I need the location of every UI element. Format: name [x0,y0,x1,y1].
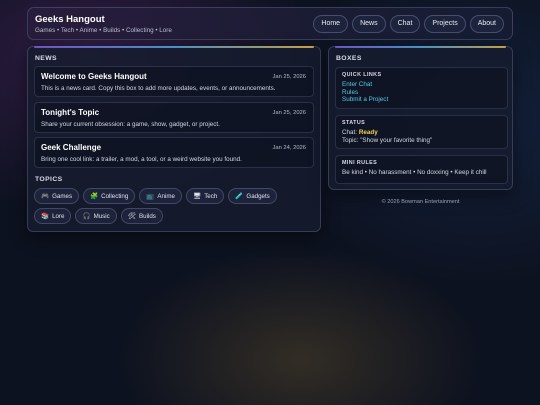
site-title: Geeks Hangout [35,13,105,25]
brand: Geeks Hangout Games • Tech • Anime • Bui… [35,14,172,34]
mini-rules-text: Be kind • No harassment • No doxxing • K… [342,169,487,176]
game-controller-icon: 🎮 [41,193,50,200]
rules-link[interactable]: Rules [342,89,501,97]
boxes-panel: BOXES QUICK LINKS Enter Chat Rules Submi… [328,46,513,190]
quick-links-title: QUICK LINKS [342,72,382,78]
status-box: STATUS Chat: Ready Topic: "Show your fav… [335,115,508,149]
news-card-title: Geek Challenge [41,143,102,152]
panel-accent-line [335,46,506,48]
tools-icon: 🛠 [127,213,137,220]
chip-label: Lore [52,212,65,220]
headphones-icon: 🎧 [82,213,91,220]
topic-chip-anime[interactable]: 📺 Anime [139,188,182,204]
panel-accent-line [34,46,314,48]
chip-label: Games [52,192,73,200]
news-card-body: Share your current obsession: a game, sh… [41,121,220,128]
quick-links-box: QUICK LINKS Enter Chat Rules Submit a Pr… [335,67,508,109]
chip-label: Music [93,212,110,220]
chip-label: Tech [204,192,218,200]
chat-status-value: Ready [358,129,378,136]
news-card: Tonight's Topic Jan 25, 2026 Share your … [34,102,314,133]
news-card-date: Jan 25, 2026 [272,110,306,116]
nav-projects-button[interactable]: Projects [424,14,466,33]
status-title: STATUS [342,120,366,126]
site-header: Geeks Hangout Games • Tech • Anime • Bui… [27,7,513,40]
enter-chat-link[interactable]: Enter Chat [342,81,501,89]
chat-status-label: Chat: [342,129,358,136]
news-card-date: Jan 25, 2026 [272,74,306,80]
news-card-body: Bring one cool link: a trailer, a mod, a… [41,156,242,163]
topic-chip-gadgets[interactable]: 🧪 Gadgets [228,188,277,204]
news-card-title: Welcome to Geeks Hangout [41,72,147,81]
topic-chip-builds[interactable]: 🛠 Builds [120,208,163,224]
news-card: Geek Challenge Jan 24, 2026 Bring one co… [34,137,314,168]
topic-chip-lore[interactable]: 📚 Lore [34,208,72,224]
news-card-title: Tonight's Topic [41,108,100,117]
nav-about-button[interactable]: About [469,14,504,33]
chip-label: Collecting [101,192,129,200]
tv-icon: 📺 [146,193,155,200]
desktop-computer-icon: 🖥 [192,193,202,200]
topic-chip-tech[interactable]: 🖥 Tech [185,188,225,204]
news-card-date: Jan 24, 2026 [272,145,306,151]
nav-home-button[interactable]: Home [313,14,349,33]
books-icon: 📚 [41,213,50,220]
puzzle-piece-icon: 🧩 [90,193,99,200]
topic-chip-games[interactable]: 🎮 Games [34,188,80,204]
site-tagline: Games • Tech • Anime • Builds • Collecti… [35,26,172,34]
submit-project-link[interactable]: Submit a Project [342,96,501,104]
chat-status-line: Chat: Ready [342,129,501,137]
main-nav: Home News Chat Projects About [313,14,504,33]
mini-rules-box: MINI RULES Be kind • No harassment • No … [335,155,508,184]
boxes-heading: BOXES [336,55,362,62]
chip-label: Gadgets [246,192,270,200]
footer-copyright: © 2026 Bowman Entertainment [381,199,460,205]
topic-chip-music[interactable]: 🎧 Music [75,208,117,224]
chip-label: Anime [157,192,175,200]
topic-chips: 🎮 Games 🧩 Collecting 📺 Anime 🖥 Tech 🧪 Gadgets… [34,188,314,224]
topics-heading: TOPICS [35,176,63,183]
chip-label: Builds [139,212,156,220]
test-tube-icon: 🧪 [235,193,244,200]
news-heading: NEWS [35,55,57,62]
mini-rules-title: MINI RULES [342,160,378,166]
nav-news-button[interactable]: News [352,14,386,33]
news-card-body: This is a news card. Copy this box to ad… [41,85,276,92]
nav-chat-button[interactable]: Chat [389,14,421,33]
topic-status-line: Topic: "Show your favorite thing" [342,136,433,144]
news-card: Welcome to Geeks Hangout Jan 25, 2026 Th… [34,66,314,97]
topic-chip-collecting[interactable]: 🧩 Collecting [83,188,136,204]
news-panel: NEWS Welcome to Geeks Hangout Jan 25, 20… [27,46,321,232]
